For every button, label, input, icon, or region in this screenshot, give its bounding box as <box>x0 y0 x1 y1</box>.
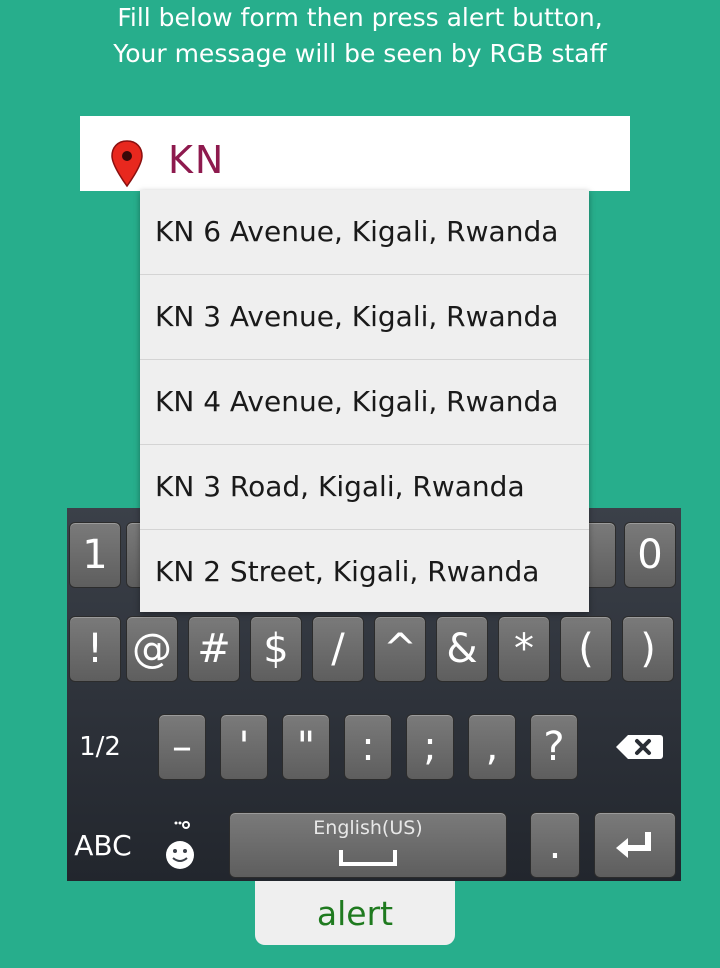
instructions-line-2: Your message will be seen by RGB staff <box>113 39 607 68</box>
emoji-settings-icon <box>166 821 194 869</box>
instructions-text: Fill below form then press alert button,… <box>0 0 720 72</box>
key-open-paren[interactable]: ( <box>560 616 612 682</box>
key-ampersand[interactable]: & <box>436 616 488 682</box>
key-period[interactable]: . <box>530 812 580 878</box>
key-dash[interactable]: – <box>158 714 206 780</box>
key-apostrophe[interactable]: ' <box>220 714 268 780</box>
suggestion-item[interactable]: KN 4 Avenue, Kigali, Rwanda <box>140 360 589 445</box>
key-semicolon[interactable]: ; <box>406 714 454 780</box>
key-1[interactable]: 1 <box>69 522 121 588</box>
map-pin-icon <box>111 140 143 188</box>
key-hash[interactable]: # <box>188 616 240 682</box>
suggestion-item[interactable]: KN 3 Road, Kigali, Rwanda <box>140 445 589 530</box>
key-0[interactable]: 0 <box>624 522 676 588</box>
key-comma[interactable]: , <box>468 714 516 780</box>
space-bar-icon <box>339 850 397 866</box>
key-quote[interactable]: " <box>282 714 330 780</box>
key-dollar[interactable]: $ <box>250 616 302 682</box>
suggestion-item[interactable]: KN 3 Avenue, Kigali, Rwanda <box>140 275 589 360</box>
space-bar-key[interactable]: English(US) <box>229 812 507 878</box>
enter-key[interactable] <box>594 812 676 878</box>
suggestion-item[interactable]: KN 2 Street, Kigali, Rwanda <box>140 530 589 615</box>
key-close-paren[interactable]: ) <box>622 616 674 682</box>
key-exclamation[interactable]: ! <box>69 616 121 682</box>
key-colon[interactable]: : <box>344 714 392 780</box>
key-caret[interactable]: ^ <box>374 616 426 682</box>
key-at[interactable]: @ <box>126 616 178 682</box>
location-search-input[interactable] <box>168 134 588 186</box>
keyboard-language-label: English(US) <box>313 817 423 839</box>
location-suggestions-dropdown: KN 6 Avenue, Kigali, Rwanda KN 3 Avenue,… <box>140 190 589 612</box>
enter-icon <box>616 832 651 858</box>
alert-button[interactable]: alert <box>255 881 455 945</box>
emoji-settings-key[interactable] <box>157 812 207 878</box>
instructions-line-1: Fill below form then press alert button, <box>117 3 603 32</box>
key-page-toggle[interactable]: 1/2 <box>69 714 131 780</box>
suggestion-item[interactable]: KN 6 Avenue, Kigali, Rwanda <box>140 190 589 275</box>
key-period-label: . <box>548 822 562 868</box>
backspace-key[interactable] <box>604 714 674 780</box>
key-slash[interactable]: / <box>312 616 364 682</box>
backspace-icon <box>616 735 663 759</box>
key-asterisk[interactable]: * <box>498 616 550 682</box>
key-question[interactable]: ? <box>530 714 578 780</box>
key-abc[interactable]: ABC <box>69 812 137 878</box>
